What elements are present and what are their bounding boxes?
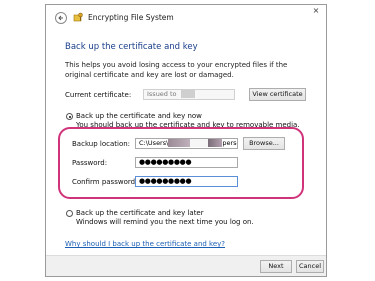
backup-now-label: Back up the certificate and key now xyxy=(76,112,202,120)
highlight-annotation xyxy=(58,127,304,199)
current-certificate-field: Issued to xyxy=(143,89,235,100)
back-arrow-icon[interactable] xyxy=(55,12,67,24)
cancel-button[interactable]: Cancel xyxy=(296,260,324,273)
title-bar: Encrypting File System × xyxy=(46,5,326,31)
view-certificate-button[interactable]: View certificate xyxy=(249,88,306,101)
next-button[interactable]: Next xyxy=(260,260,292,273)
certificate-key-icon xyxy=(73,12,84,23)
current-certificate-value: Issued to xyxy=(147,90,177,98)
page-description: This helps you avoid losing access to yo… xyxy=(65,61,288,79)
current-certificate-label: Current certificate: xyxy=(65,91,132,99)
why-backup-link[interactable]: Why should I back up the certificate and… xyxy=(65,240,225,248)
backup-later-subtitle: Windows will remind you the next time yo… xyxy=(76,218,254,226)
redacted-name xyxy=(180,90,195,98)
window-title: Encrypting File System xyxy=(88,13,174,22)
backup-later-radio[interactable] xyxy=(66,210,73,217)
dialog-footer: Next Cancel xyxy=(46,255,326,276)
page-heading: Back up the certificate and key xyxy=(65,42,198,52)
close-icon[interactable]: × xyxy=(306,5,326,17)
backup-later-label: Back up the certificate and key later xyxy=(76,209,204,217)
backup-now-radio[interactable] xyxy=(66,113,73,120)
